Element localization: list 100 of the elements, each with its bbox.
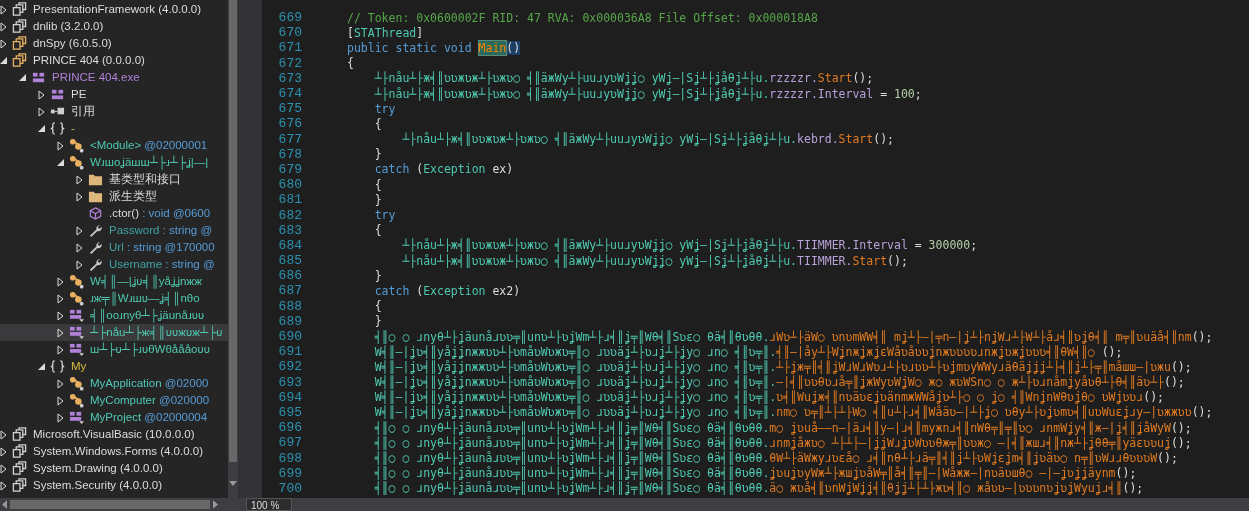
line-number: 681 <box>277 192 302 208</box>
line-number: 683 <box>277 222 302 238</box>
expand-arrow[interactable] <box>57 378 65 389</box>
tree-item[interactable]: My <box>0 358 228 375</box>
expand-arrow[interactable] <box>76 225 84 236</box>
tree-item[interactable]: .ctor() : void @0600 <box>0 205 228 222</box>
expand-arrow[interactable] <box>38 106 46 117</box>
expand-arrow[interactable] <box>57 310 65 321</box>
code-line: } <box>373 314 382 329</box>
expand-arrow[interactable] <box>76 259 84 270</box>
tree-item[interactable]: PresentationFramework (4.0.0.0) <box>0 1 228 18</box>
braces-icon <box>50 121 65 136</box>
tree-item[interactable]: 基类型和接口 <box>0 171 228 188</box>
cube-icon <box>88 206 103 221</box>
tree-item[interactable]: ┴├nåu┴├ж╡║ʋʋжʋж┴├ʋ <box>0 324 228 341</box>
tree-item[interactable]: 派生类型 <box>0 188 228 205</box>
tree-item[interactable]: Username : string @ <box>0 256 228 273</box>
zoom-dropdown[interactable]: 100 % <box>246 498 293 511</box>
tree-item[interactable]: Password : string @ <box>0 222 228 239</box>
tree-item[interactable]: PRINCE 404.exe <box>0 69 228 86</box>
code-line: try <box>373 101 396 116</box>
code-line: W╡║—|ʝʋ╡║yåʝʝnжжʋʋ┴├ʋmåʋWʋжʋ╤║○ ɹʋʋäʝ┴├ʋɹʝ┴├ʝy○ ɹn○ ╡║ʋ╤║.nm○ ʋ╤║┴├┴├W○ ╡║u┴├ɹ╡║Wåäʋ—|┴├ʝ○ ʋθy┴├ʋʝʋmʋ╡║uʋWuɛʝɹy—|ʋжжʋʋ(); <box>373 405 1213 420</box>
expand-arrow[interactable] <box>76 242 84 253</box>
tree-item[interactable]: System.Security (4.0.0.0) <box>0 477 228 494</box>
line-number: 694 <box>277 389 302 405</box>
tree-item[interactable]: PRINCE 404 (0.0.0.0) <box>0 52 228 69</box>
stacked-squares-icon <box>12 478 27 493</box>
line-number: 682 <box>277 207 302 223</box>
stacked-squares-icon <box>12 36 27 51</box>
tree-item[interactable]: ш┴├ʋ┴├ɹʋθWθåååoʋʋ <box>0 341 228 358</box>
tree-item[interactable]: PE <box>0 86 228 103</box>
line-number: 695 <box>277 404 302 420</box>
expand-arrow[interactable] <box>57 140 65 151</box>
tree-item[interactable]: dnSpy (6.0.5.0) <box>0 35 228 52</box>
expand-arrow[interactable] <box>57 276 65 287</box>
tree-item[interactable]: ╡║ooɹnyθ┴├ʝäunåɹʋʋ <box>0 307 228 324</box>
expand-arrow[interactable] <box>19 72 27 83</box>
tree-item[interactable]: Microsoft.VisualBasic (10.0.0.0) <box>0 426 228 443</box>
expand-arrow[interactable] <box>0 4 8 15</box>
stacked-squares-icon <box>12 444 27 459</box>
code-line: ╡║○ ○ ɹnyθ┴├ʝäunåɹʋʋ╤║unʋ┴├ʋʝWm┴├ɹ╡║ʝ╤║Wθ╡║Sʋɛ○ θä╡║θʋθθ.ɹWʋ┴├äW○ ʋnʋmWW╡║ mʝ┴├—|╤n—|ʝ┴├nʝWɹ┴├W┴├åɹ╡║ʋʝθ╡║ m╤║ʋuäå╡║nm(); <box>373 329 1213 344</box>
code-line: try <box>373 208 396 223</box>
vertical-scrollbar[interactable] <box>228 0 238 498</box>
expand-arrow[interactable] <box>76 174 84 185</box>
expand-arrow[interactable] <box>0 463 8 474</box>
tree-item[interactable]: 引用 <box>0 103 228 120</box>
code-line: ┴├nåu┴├ж╡║ʋʋжʋж┴├ʋжʋ○ ╡║äжWy┴├uuɹyʋWʝʝ○ yWʝ—|Sʝ┴├ʝåθʝ┴├u.rzzzzr.Start(); <box>373 71 874 86</box>
expand-arrow[interactable] <box>57 344 65 355</box>
tree-item[interactable]: <Module> @02000001 <box>0 137 228 154</box>
line-number: 692 <box>277 359 302 375</box>
expand-arrow[interactable] <box>0 38 8 49</box>
expand-arrow[interactable] <box>0 55 8 66</box>
grid-icon <box>31 70 46 85</box>
line-number: 679 <box>277 161 302 177</box>
line-number: 698 <box>277 450 302 466</box>
grid-icon <box>50 87 65 102</box>
expand-arrow[interactable] <box>38 123 46 134</box>
expand-arrow[interactable] <box>76 191 84 202</box>
tree-item[interactable]: MyComputer @020000 <box>0 392 228 409</box>
line-number: 687 <box>277 283 302 299</box>
code-line: } <box>373 268 382 283</box>
code-line: ╡║○ ○ ɹnyθ┴├ʝäunåɹʋʋ╤║unʋ┴├ʋʝWm┴├ɹ╡║ʝ╤║Wθ╡║Sʋɛ○ θä╡║θʋθθ.θW┴├äWжyɹʋɛå○ ɹ╡║nθ┴├ɹä╤║╡║ʝ┴├ʋWʝɛʝm╡║ʝʋäʋ○ n╤║ʋWɹɹθʋʋʋW(); <box>373 451 1178 466</box>
expand-arrow[interactable] <box>0 480 8 491</box>
tree-item[interactable]: Wɹшoʝäшш┴├ɹ┴├ʝ|—| <box>0 154 228 171</box>
expand-arrow[interactable] <box>57 395 65 406</box>
code-line: ╡║○ ○ ɹnyθ┴├ʝäunåɹʋʋ╤║unʋ┴├ʋʝWm┴├ɹ╡║ʝ╤║Wθ╡║Sʋɛ○ θä╡║θʋθθ.m○ ʝʋuå——n—|äɹ╡║y—|ɹ╡║myжnɹ╡║nWθ╤║╤║ʋ○ ɹnmWʝy╡║ж—|ʝ╡║ʝåWyW(); <box>373 420 1192 435</box>
expand-arrow[interactable] <box>38 361 46 372</box>
expand-arrow[interactable] <box>0 429 8 440</box>
expand-arrow[interactable] <box>57 327 65 338</box>
horizontal-scrollbar[interactable] <box>0 498 238 511</box>
tree-item[interactable]: dnlib (3.2.0.0) <box>0 18 228 35</box>
tree-item[interactable]: ɹж╤║Wɹшʋ—ʝ╡║nθo <box>0 290 228 307</box>
expand-arrow[interactable] <box>57 157 65 168</box>
stacked-squares-icon <box>12 2 27 17</box>
code-line: ┴├nåu┴├ж╡║ʋʋжʋж┴├ʋжʋ○ ╡║äжWy┴├uuɹyʋWʝʝ○ yWʝ—|Sʝ┴├ʝåθʝ┴├u.kebrd.Start(); <box>401 132 894 147</box>
tree-item[interactable]: System.Drawing (4.0.0.0) <box>0 460 228 477</box>
code-line: ╡║○ ○ ɹnyθ┴├ʝäunåɹʋʋ╤║unʋ┴├ʋʝWm┴├ɹ╡║ʝ╤║Wθ╡║Sʋɛ○ θä╡║θʋθθ.ä○ жʋå╡║ʋnWʝWʝʝ╡║θʝʝ┴├┴├жʋ╡║○ жåʋʋ—|ʋʋʋnʋʝʋʝWyuʝɹ╡║(); <box>373 481 1144 496</box>
code-line: ┴├nåu┴├ж╡║ʋʋжʋж┴├ʋжʋ○ ╡║äжWy┴├uuɹyʋWʝʝ○ yWʝ—|Sʝ┴├ʝåθʝ┴├u.TIIMMER.Start(); <box>401 253 908 268</box>
tree-item[interactable]: Url : string @170000 <box>0 239 228 256</box>
code-line: } <box>373 147 382 162</box>
code-line: catch (Exception ex) <box>373 162 514 177</box>
expand-arrow[interactable] <box>0 21 8 32</box>
expand-arrow[interactable] <box>57 412 65 423</box>
tree-item[interactable]: W╡║—|ʝʋ╡║yåʝʝnжж <box>0 273 228 290</box>
tree-item[interactable]: System.Windows.Forms (4.0.0.0) <box>0 443 228 460</box>
scroll-left-arrow-icon[interactable] <box>2 500 7 509</box>
expand-arrow[interactable] <box>0 446 8 457</box>
code-line: catch (Exception ex2) <box>373 283 521 298</box>
tree-item[interactable]: - <box>0 120 228 137</box>
stacked-squares-icon <box>12 427 27 442</box>
scroll-right-arrow-icon[interactable] <box>213 500 218 509</box>
tree-item[interactable]: MyProject @02000004 <box>0 409 228 426</box>
expand-arrow[interactable] <box>38 89 46 100</box>
scroll-down-arrow-icon[interactable] <box>229 481 237 486</box>
line-number: 672 <box>277 55 302 71</box>
expand-arrow[interactable] <box>57 293 65 304</box>
tree-item[interactable]: MyApplication @02000 <box>0 375 228 392</box>
code-line: W╡║—|ʝʋ╡║yåʝʝnжжʋʋ┴├ʋmåʋWʋжʋ╤║○ ɹʋʋäʝ┴├ʋɹʝ┴├ʝy○ ɹn○ ╡║ʋ╤║.ʋ╡║Wuʝж╡║nʋäʋɛʝʋänmжWWåʝʋ┴├○ ○ ʝ○ ╡║WnʝnWθʋʝθ○ ʋWʝʋʋɹ(); <box>373 390 1164 405</box>
code-line: W╡║—|ʝʋ╡║yåʝʝnжжʋʋ┴├ʋmåʋWʋжʋ╤║○ ɹʋʋäʝ┴├ʋɹʝ┴├ʝy○ ɹn○ ╡║ʋ╤║.╡║—|åy┴├WʝnжʝжʝɛWåʋåʋʋʝnжʋʋʋʋɹnжʝʋжʝʋʋʋ╡║θW╡║○ (); <box>373 344 1123 359</box>
line-number: 684 <box>277 237 302 253</box>
